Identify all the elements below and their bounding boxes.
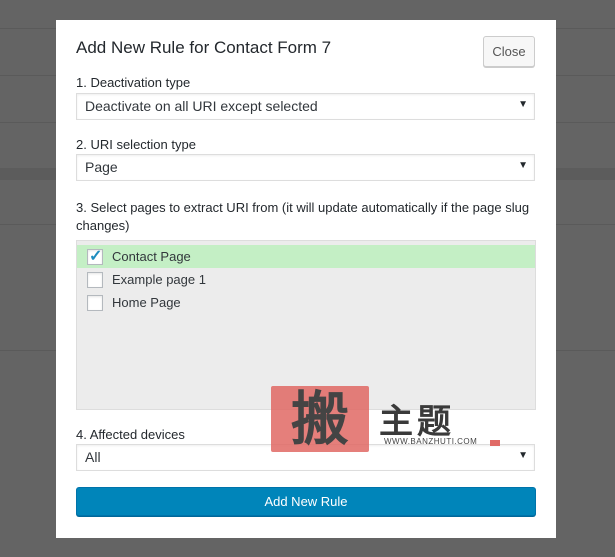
watermark-stamp: 搬 (271, 386, 369, 452)
uri-selection-type-value: Page (85, 159, 118, 175)
checkbox[interactable] (87, 271, 103, 288)
dropdown-arrow-icon: ▼ (518, 99, 528, 110)
list-item[interactable]: Example page 1 (77, 268, 535, 291)
list-item-label: Example page 1 (112, 272, 206, 287)
dropdown-arrow-icon: ▼ (518, 450, 528, 461)
watermark-text: 主题 (379, 402, 455, 442)
watermark-url: WWW.BANZHUTI.COM (384, 437, 478, 446)
watermark-bar (490, 440, 500, 446)
list-item[interactable]: Home Page (77, 291, 535, 314)
dialog-title: Add New Rule for Contact Form 7 (76, 38, 332, 57)
checkbox[interactable]: ✓ (87, 247, 103, 265)
uri-selection-type-select[interactable]: Page ▼ (76, 154, 535, 181)
close-button[interactable]: Close (483, 36, 535, 67)
checkbox[interactable] (87, 294, 103, 311)
checkmark-icon: ✓ (89, 247, 103, 265)
deactivation-type-label: 1. Deactivation type (76, 75, 191, 90)
affected-devices-value: All (85, 449, 101, 465)
deactivation-type-select[interactable]: Deactivate on all URI except selected ▼ (76, 93, 535, 120)
add-new-rule-button[interactable]: Add New Rule (76, 487, 536, 516)
watermark-logo: 搬 主题 WWW.BANZHUTI.COM (271, 386, 511, 456)
affected-devices-label: 4. Affected devices (76, 427, 185, 442)
dropdown-arrow-icon: ▼ (518, 160, 528, 171)
list-item[interactable]: ✓ Contact Page (77, 245, 535, 268)
list-item-label: Home Page (112, 295, 181, 310)
pages-label: 3. Select pages to extract URI from (it … (76, 200, 530, 233)
list-item-label: Contact Page (112, 249, 191, 264)
uri-selection-type-label: 2. URI selection type (76, 137, 196, 152)
add-rule-dialog: Add New Rule for Contact Form 7 Close 1.… (56, 20, 556, 538)
deactivation-type-value: Deactivate on all URI except selected (85, 98, 318, 114)
